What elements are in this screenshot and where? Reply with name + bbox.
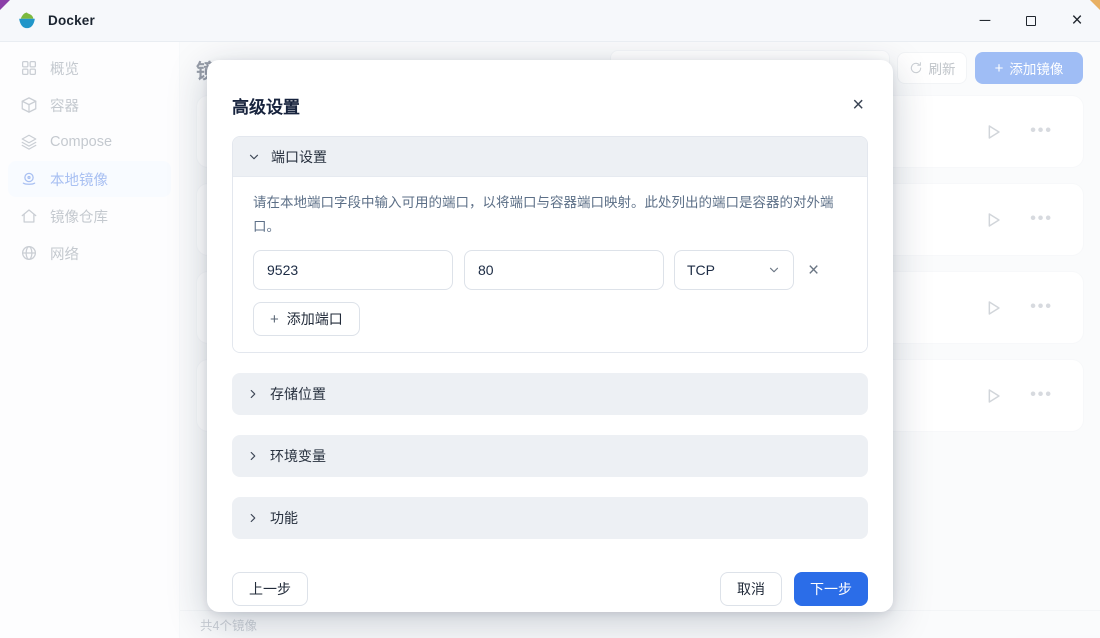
port-settings-body: 请在本地端口字段中输入可用的端口，以将端口与容器端口映射。此处列出的端口是容器的…	[233, 177, 867, 352]
next-step-button[interactable]: 下一步	[794, 572, 868, 606]
dialog-close-button[interactable]: ×	[848, 91, 868, 119]
titlebar: Docker ─ ×	[0, 0, 1100, 42]
section-label: 存储位置	[270, 384, 326, 404]
dialog-footer: 上一步 取消 下一步	[232, 572, 868, 606]
close-window-button[interactable]: ×	[1054, 0, 1100, 42]
section-label: 环境变量	[270, 446, 326, 466]
section-label: 端口设置	[271, 147, 327, 167]
section-port-settings: 端口设置 请在本地端口字段中输入可用的端口，以将端口与容器端口映射。此处列出的端…	[232, 136, 868, 353]
advanced-settings-dialog: 高级设置 × 端口设置 请在本地端口字段中输入可用的端口，以将端口与容器端口映射…	[207, 60, 893, 612]
section-environment-variables: 环境变量	[232, 435, 868, 477]
cancel-button[interactable]: 取消	[720, 572, 782, 606]
minimize-icon: ─	[980, 12, 991, 29]
window-controls: ─ ×	[962, 0, 1100, 42]
add-port-button[interactable]: + 添加端口	[253, 302, 360, 336]
maximize-button[interactable]	[1008, 0, 1054, 42]
protocol-value: TCP	[687, 262, 715, 278]
section-environment-variables-header[interactable]: 环境变量	[232, 435, 868, 477]
section-features-header[interactable]: 功能	[232, 497, 868, 539]
close-icon: ×	[852, 94, 864, 116]
remove-port-button[interactable]: ×	[808, 261, 819, 280]
section-port-settings-header[interactable]: 端口设置	[233, 137, 867, 177]
protocol-select[interactable]: TCP	[674, 250, 794, 290]
port-settings-description: 请在本地端口字段中输入可用的端口，以将端口与容器端口映射。此处列出的端口是容器的…	[253, 191, 847, 238]
maximize-icon	[1026, 16, 1036, 26]
section-features: 功能	[232, 497, 868, 539]
add-port-label: 添加端口	[287, 309, 343, 329]
app-logo-icon	[16, 10, 38, 32]
dialog-title: 高级设置	[232, 93, 300, 118]
chevron-down-icon	[767, 263, 781, 277]
remove-icon: ×	[808, 260, 819, 281]
container-port-input[interactable]	[464, 250, 664, 290]
section-storage-location: 存储位置	[232, 373, 868, 415]
chevron-right-icon	[246, 511, 260, 525]
chevron-down-icon	[247, 150, 261, 164]
app-identity: Docker	[0, 10, 95, 32]
close-window-icon: ×	[1071, 11, 1082, 30]
previous-step-button[interactable]: 上一步	[232, 572, 308, 606]
app-window: Docker ─ × 概览 容器 Compose 本地镜像 镜像仓库	[0, 0, 1100, 638]
section-label: 功能	[270, 508, 298, 528]
plus-icon: +	[270, 311, 279, 328]
local-port-input[interactable]	[253, 250, 453, 290]
chevron-right-icon	[246, 387, 260, 401]
minimize-button[interactable]: ─	[962, 0, 1008, 42]
port-mapping-row: TCP ×	[253, 250, 847, 290]
chevron-right-icon	[246, 449, 260, 463]
section-storage-location-header[interactable]: 存储位置	[232, 373, 868, 415]
app-title: Docker	[48, 13, 95, 28]
